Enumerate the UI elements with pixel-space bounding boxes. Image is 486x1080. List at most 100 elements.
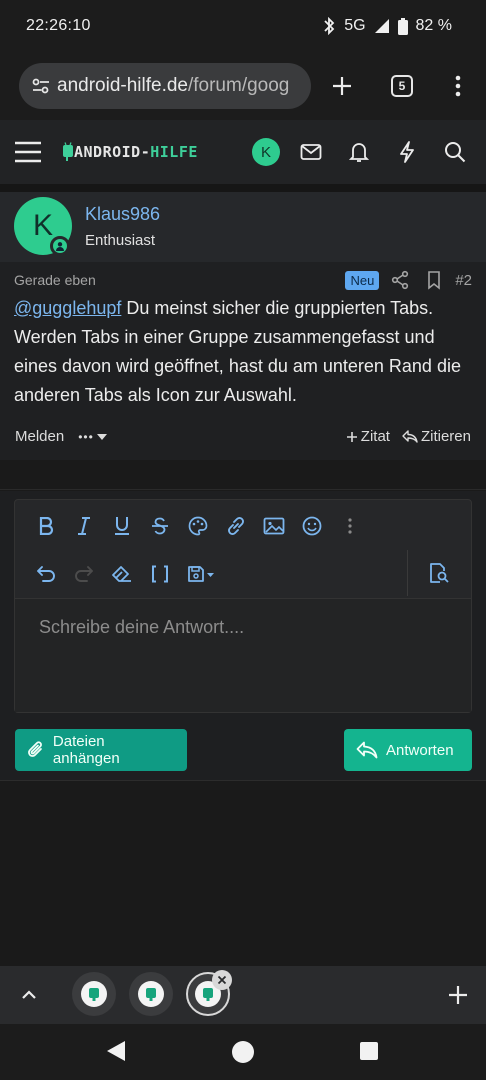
tab-group-bar [0,966,486,1024]
share-icon[interactable] [387,270,413,290]
drafts-button[interactable] [179,555,223,593]
more-dots: ••• [78,429,94,444]
url-domain: android-hilfe.de [57,75,188,96]
close-icon [217,975,227,985]
bookmark-icon[interactable] [421,270,447,290]
author-name[interactable]: Klaus986 [85,204,160,225]
report-link[interactable]: Melden [15,428,64,445]
post-number[interactable]: #2 [455,272,472,289]
url-text[interactable]: android-hilfe.de/forum/goog [57,75,289,97]
post-tools: Neu #2 [345,270,472,290]
redo-icon [75,566,93,582]
post-time[interactable]: Gerade eben [14,272,96,288]
logo-text-android: ANDROID- [74,143,151,161]
editor-toolbar-row-1 [15,502,407,550]
search-button[interactable] [438,135,472,169]
italic-button[interactable] [65,507,103,545]
user-mention-link[interactable]: @gugglehupf [14,298,121,318]
underline-button[interactable] [103,507,141,545]
caret-down-icon [96,433,107,440]
more-actions-button[interactable]: ••• [78,430,107,444]
color-button[interactable] [179,507,217,545]
group-tab-2[interactable] [129,972,173,1016]
tab-switcher-button[interactable]: 5 [377,61,427,111]
post: Gerade eben Neu #2 @gugglehupf Du meinst… [0,262,486,460]
lightning-icon [400,141,414,163]
url-bar[interactable]: android-hilfe.de/forum/goog [19,63,311,109]
site-favicon [138,981,164,1007]
header-actions: K [252,135,472,169]
reply-quote-button[interactable]: Zitieren [402,428,471,445]
plus-small-icon [346,431,357,442]
group-tab-1[interactable] [72,972,116,1016]
header-gap [0,184,486,192]
home-icon[interactable] [232,1041,254,1063]
more-vert-icon [455,75,461,97]
emoji-button[interactable] [293,507,331,545]
underline-icon [115,517,129,535]
quote-button[interactable]: Zitat [346,428,390,445]
network-label: 5G [344,17,366,34]
user-online-icon [56,242,64,251]
undo-icon [37,566,55,582]
mail-icon [300,144,322,160]
palette-icon [188,516,208,536]
more-vert-icon [348,518,352,534]
post-author-row: K Klaus986 Enthusiast [0,192,486,262]
site-settings-icon[interactable] [29,74,53,98]
close-tab-button[interactable] [212,970,232,990]
system-nav-bar [0,1024,486,1080]
search-icon [445,142,466,163]
quote-label: Zitat [360,428,390,445]
reply-textarea[interactable]: Schreibe deine Antwort.... [15,598,471,712]
signal-icon [374,19,389,33]
url-path: /forum/goog [187,75,290,96]
bbcode-toggle-button[interactable] [141,555,179,593]
battery-label: 82 % [415,17,452,34]
reply-form: Schreibe deine Antwort.... Dateien anhän… [0,491,486,781]
recents-icon[interactable] [360,1042,378,1060]
author-title: Enthusiast [85,232,156,249]
new-badge: Neu [345,270,380,290]
paperclip-icon [28,741,42,757]
reply-quote-label: Zitieren [420,428,471,445]
link-button[interactable] [217,507,255,545]
attach-files-label: Dateien anhängen [52,733,120,767]
image-icon [263,517,285,535]
android-favicon-icon [146,988,156,1001]
redo-button[interactable] [65,555,103,593]
chevron-up-icon[interactable] [16,982,42,1008]
bold-button[interactable] [27,507,65,545]
browser-menu-button[interactable] [433,61,483,111]
more-tools-button[interactable] [331,507,369,545]
reply-icon [402,430,418,443]
bluetooth-icon [324,17,335,35]
link-icon [228,517,244,535]
bold-icon [39,517,54,535]
activity-button[interactable] [390,135,424,169]
status-bar: 22:26:10 5G 82 % [0,0,486,52]
android-favicon-icon [89,988,99,1001]
clear-formatting-button[interactable] [103,555,141,593]
back-icon[interactable] [106,1040,126,1062]
rich-text-editor: Schreibe deine Antwort.... [14,499,472,713]
notifications-button[interactable] [342,135,376,169]
site-logo[interactable]: ANDROID- HILFE [62,142,198,162]
strikethrough-button[interactable] [141,507,179,545]
add-tab-to-group-icon[interactable] [444,981,472,1009]
editor-toolbar-row-2 [15,550,407,598]
new-tab-button[interactable] [317,61,367,111]
smiley-icon [302,516,322,536]
hamburger-menu-icon[interactable] [14,140,42,164]
preview-button[interactable] [419,554,459,592]
attach-files-button[interactable]: Dateien anhängen [15,729,187,771]
reply-placeholder: Schreibe deine Antwort.... [39,617,245,637]
submit-reply-button[interactable]: Antworten [344,729,472,771]
messages-button[interactable] [294,135,328,169]
image-button[interactable] [255,507,293,545]
account-avatar[interactable]: K [252,138,280,166]
logo-text-hilfe: HILFE [150,143,198,161]
undo-button[interactable] [27,555,65,593]
toolbar-divider [407,550,408,596]
italic-icon [78,517,90,535]
